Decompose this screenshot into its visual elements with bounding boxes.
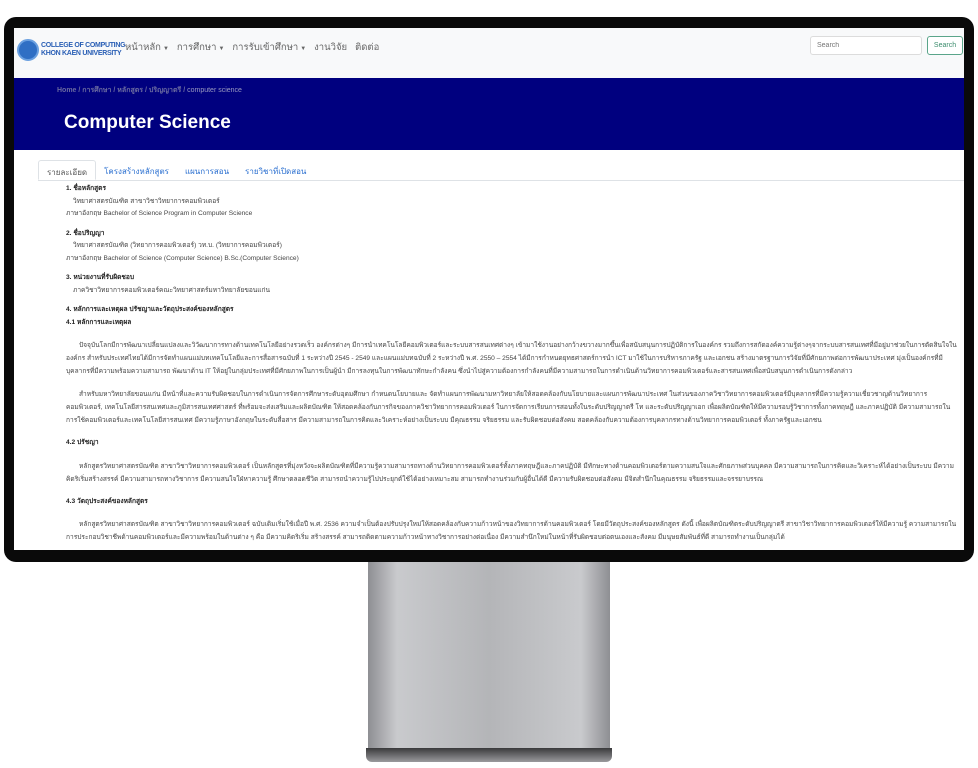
section-heading: 2. ชื่อปริญญา — [66, 229, 105, 237]
caret-down-icon: ▼ — [162, 46, 169, 52]
text-line: ภาษาอังกฤษ Bachelor of Science Program i… — [66, 210, 253, 217]
paragraph: ปัจจุบันโลกมีการพัฒนาเปลี่ยนแปลงและวิวัฒ… — [66, 342, 957, 375]
tab-bar: รายละเอียด โครงสร้างหลักสูตร แผนการสอน ร… — [38, 160, 964, 181]
breadcrumb-education[interactable]: การศึกษา — [82, 87, 111, 94]
breadcrumb-current: computer science — [187, 87, 242, 94]
monitor-stand — [368, 556, 610, 752]
menu-item-education[interactable]: การศึกษา ▼ — [177, 40, 225, 55]
menu-item-contact[interactable]: ติดต่อ — [355, 40, 379, 55]
logo-line2: KHON KAEN UNIVERSITY — [41, 50, 122, 57]
subsection-heading: 4.1 หลักการและเหตุผล — [66, 318, 132, 326]
monitor-base — [366, 748, 612, 762]
section-heading: 3. หน่วยงานที่รับผิดชอบ — [66, 274, 135, 281]
breadcrumb-curriculum[interactable]: หลักสูตร — [117, 87, 143, 94]
logo-line1: COLLEGE OF COMPUTING — [41, 42, 126, 49]
text-line: ภาควิชาวิทยาการคอมพิวเตอร์คณะวิทยาศาสตร์… — [73, 286, 271, 294]
paragraph: หลักสูตรวิทยาศาสตรบัณฑิต สาขาวิชาวิทยากา… — [66, 462, 954, 483]
main-menu: หน้าหลัก ▼ การศึกษา ▼ การรับเข้าศึกษา ▼ งาน… — [125, 40, 379, 55]
logo-emblem-icon — [17, 39, 39, 61]
menu-item-research[interactable]: งานวิจัย — [314, 40, 347, 55]
paragraph: สำหรับมหาวิทยาลัยขอนแก่น มีหน้าที่และควา… — [66, 391, 951, 424]
tab-courses[interactable]: รายวิชาที่เปิดสอน — [237, 160, 314, 180]
tab-details[interactable]: รายละเอียด — [38, 160, 97, 180]
screen: COLLEGE OF COMPUTING KHON KAEN UNIVERSIT… — [14, 28, 964, 550]
tab-study-plan[interactable]: แผนการสอน — [177, 160, 237, 180]
details-content: 1. ชื่อหลักสูตร วิทยาศาสตรบัณฑิต สาขาวิช… — [66, 183, 961, 550]
menu-item-admission[interactable]: การรับเข้าศึกษา ▼ — [232, 40, 306, 55]
page-title: Computer Science — [64, 112, 231, 133]
text-line: วิทยาศาสตรบัณฑิต (วิทยาการคอมพิวเตอร์) ว… — [73, 242, 282, 249]
menu-item-home[interactable]: หน้าหลัก ▼ — [125, 40, 169, 55]
search-button[interactable]: Search — [927, 36, 963, 55]
tab-structure[interactable]: โครงสร้างหลักสูตร — [96, 160, 177, 180]
caret-down-icon: ▼ — [300, 46, 307, 52]
section-heading: 1. ชื่อหลักสูตร — [66, 185, 106, 192]
breadcrumb: Home / การศึกษา / หลักสูตร / ปริญญาตรี /… — [57, 87, 242, 94]
section-heading: 4. หลักการและเหตุผล ปรัชญาและวัตถุประสงค… — [66, 306, 234, 313]
college-logo[interactable]: COLLEGE OF COMPUTING KHON KAEN UNIVERSIT… — [17, 39, 126, 61]
page-banner: Home / การศึกษา / หลักสูตร / ปริญญาตรี /… — [14, 78, 964, 150]
text-line: วิทยาศาสตรบัณฑิต สาขาวิชาวิทยาการคอมพิวเ… — [73, 197, 220, 205]
subsection-heading: 4.3 วัตถุประสงค์ของหลักสูตร — [66, 497, 148, 505]
paragraph: หลักสูตรวิทยาศาสตรบัณฑิต สาขาวิชาวิทยากา… — [66, 521, 957, 541]
caret-down-icon: ▼ — [218, 46, 225, 52]
search-input[interactable] — [810, 36, 922, 55]
text-line: ภาษาอังกฤษ Bachelor of Science (Computer… — [66, 254, 299, 262]
navbar: COLLEGE OF COMPUTING KHON KAEN UNIVERSIT… — [14, 28, 964, 78]
subsection-heading: 4.2 ปรัชญา — [66, 439, 99, 446]
breadcrumb-home[interactable]: Home — [57, 87, 76, 94]
breadcrumb-bachelor[interactable]: ปริญญาตรี — [149, 87, 181, 94]
